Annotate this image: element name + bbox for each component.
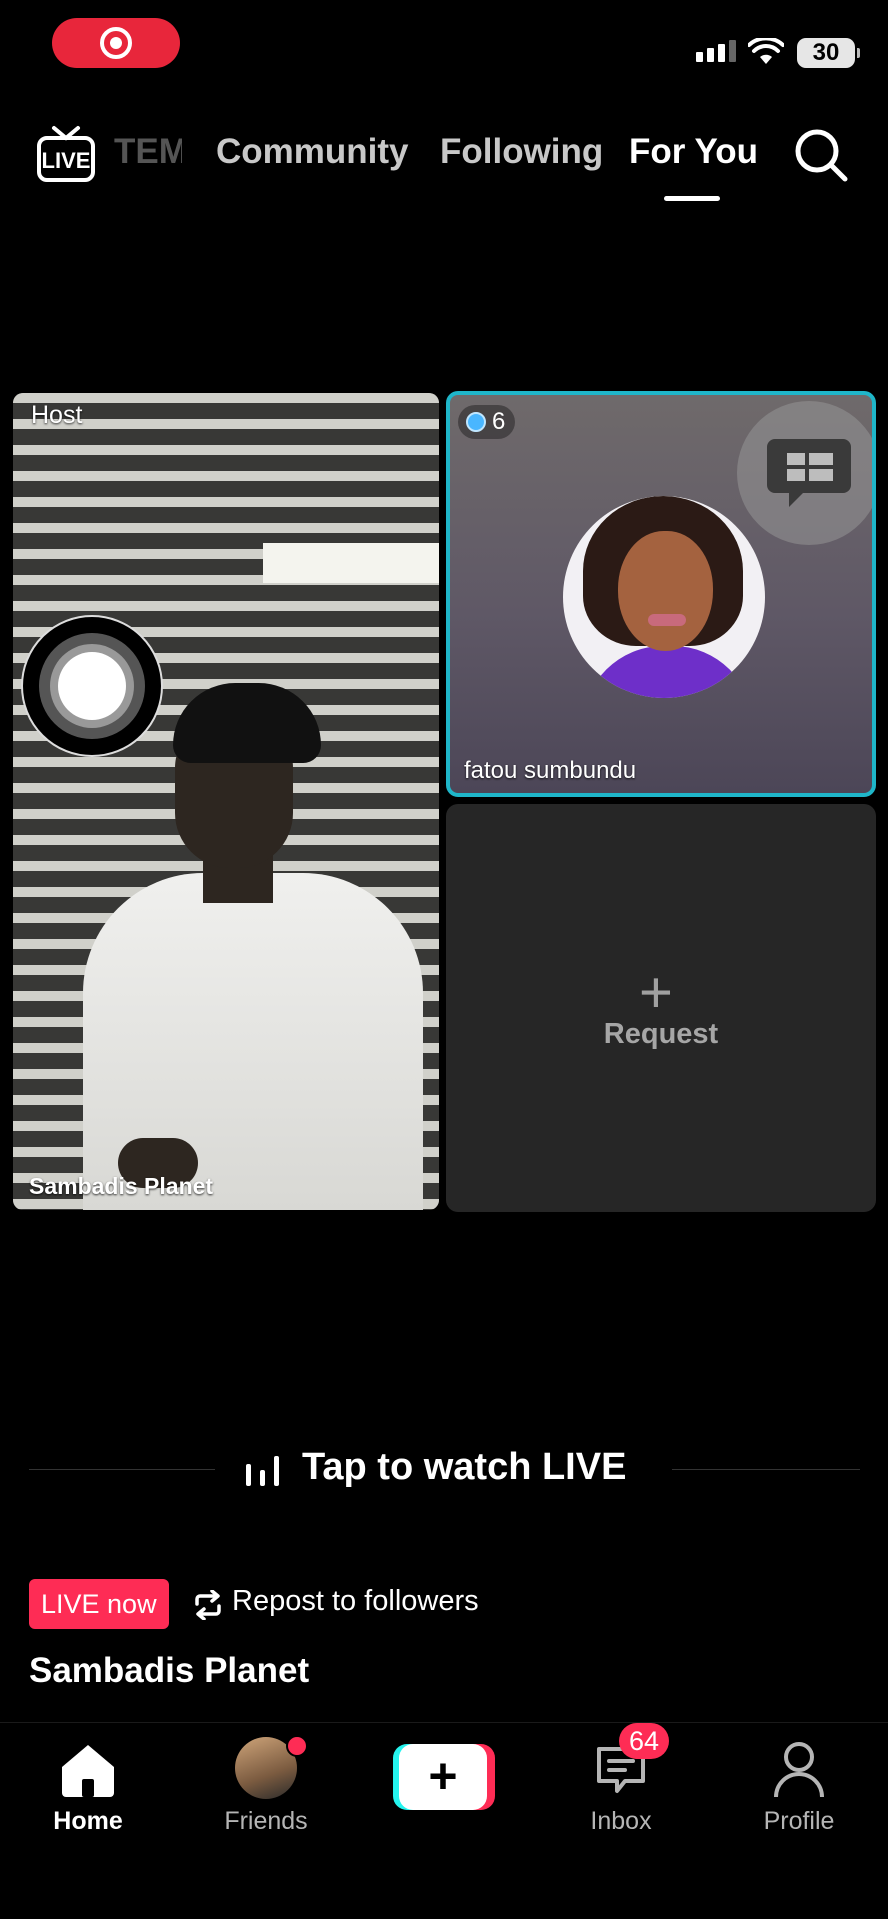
- plus-icon: +: [639, 960, 673, 1025]
- nav-inbox-label: Inbox: [590, 1807, 652, 1835]
- notification-dot: [286, 1735, 308, 1757]
- divider-right: [672, 1469, 860, 1470]
- search-icon[interactable]: [794, 128, 848, 182]
- battery-indicator: 30: [797, 38, 860, 68]
- tab-partial[interactable]: TEM: [114, 132, 182, 172]
- nav-home-label: Home: [53, 1807, 123, 1835]
- inbox-count-badge: 64: [619, 1723, 669, 1759]
- guest-name: fatou sumbundu: [464, 757, 637, 784]
- assistive-touch-button[interactable]: [21, 615, 163, 757]
- guest-avatar: [563, 496, 765, 698]
- gem-icon: [466, 412, 486, 432]
- svg-text:LIVE: LIVE: [42, 148, 91, 173]
- live-now-badge: LIVE now: [29, 1579, 169, 1629]
- cellular-signal-icon: [696, 40, 736, 62]
- active-tab-indicator: [664, 196, 720, 201]
- live-tv-icon[interactable]: LIVE: [36, 124, 96, 184]
- profile-icon: [774, 1742, 824, 1798]
- nav-friends-label: Friends: [224, 1807, 308, 1835]
- tab-community[interactable]: Community: [216, 132, 409, 172]
- guest-video-tile[interactable]: 6 fatou sumbundu: [446, 391, 876, 797]
- streamer-name[interactable]: Sambadis Planet: [29, 1651, 309, 1691]
- divider-left: [29, 1469, 215, 1470]
- create-button[interactable]: +: [393, 1744, 495, 1810]
- nav-profile-label: Profile: [763, 1807, 835, 1835]
- audio-bars-icon: [246, 1456, 279, 1486]
- tab-following[interactable]: Following: [440, 132, 603, 172]
- home-icon: [62, 1745, 114, 1797]
- repost-icon[interactable]: [192, 1590, 224, 1620]
- host-badge: Host: [31, 401, 83, 429]
- screen-recording-indicator[interactable]: [52, 18, 180, 68]
- chat-bubble-icon: [767, 439, 851, 507]
- record-icon: [100, 27, 132, 59]
- gift-count-badge: 6: [458, 405, 516, 439]
- repost-to-followers[interactable]: Repost to followers: [232, 1585, 479, 1618]
- host-name: Sambadis Planet: [29, 1173, 214, 1199]
- host-video-tile[interactable]: Host Sambadis Planet: [13, 393, 439, 1210]
- request-guest-slot[interactable]: + Request: [446, 804, 876, 1212]
- wifi-icon: [748, 38, 784, 64]
- gift-count: 6: [492, 408, 506, 435]
- tab-for-you[interactable]: For You: [629, 132, 758, 172]
- tap-to-watch-live[interactable]: Tap to watch LIVE: [302, 1446, 626, 1489]
- request-label: Request: [603, 1018, 719, 1050]
- chat-toggle-button[interactable]: [737, 401, 872, 545]
- plus-icon: +: [399, 1744, 487, 1810]
